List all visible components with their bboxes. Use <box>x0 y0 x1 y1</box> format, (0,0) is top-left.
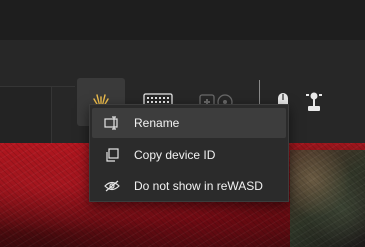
joystick-icon <box>306 92 322 111</box>
app-window: Rename Copy device ID Do not show in reW… <box>0 0 365 247</box>
top-background <box>0 0 365 40</box>
eye-off-icon <box>104 178 120 194</box>
menu-item-rename[interactable]: Rename <box>92 108 286 138</box>
menu-item-label: Copy device ID <box>134 148 216 162</box>
menu-item-label: Rename <box>134 116 180 130</box>
rename-icon <box>104 115 120 131</box>
menu-item-hide-device[interactable]: Do not show in reWASD <box>92 171 286 201</box>
menu-item-label: Do not show in reWASD <box>134 179 263 193</box>
menu-item-copy-device-id[interactable]: Copy device ID <box>92 140 286 170</box>
left-panel <box>0 86 52 143</box>
panel-divider <box>52 86 75 87</box>
copy-icon <box>104 147 120 163</box>
device-context-menu: Rename Copy device ID Do not show in reW… <box>89 104 289 202</box>
device-joystick[interactable] <box>302 78 326 126</box>
